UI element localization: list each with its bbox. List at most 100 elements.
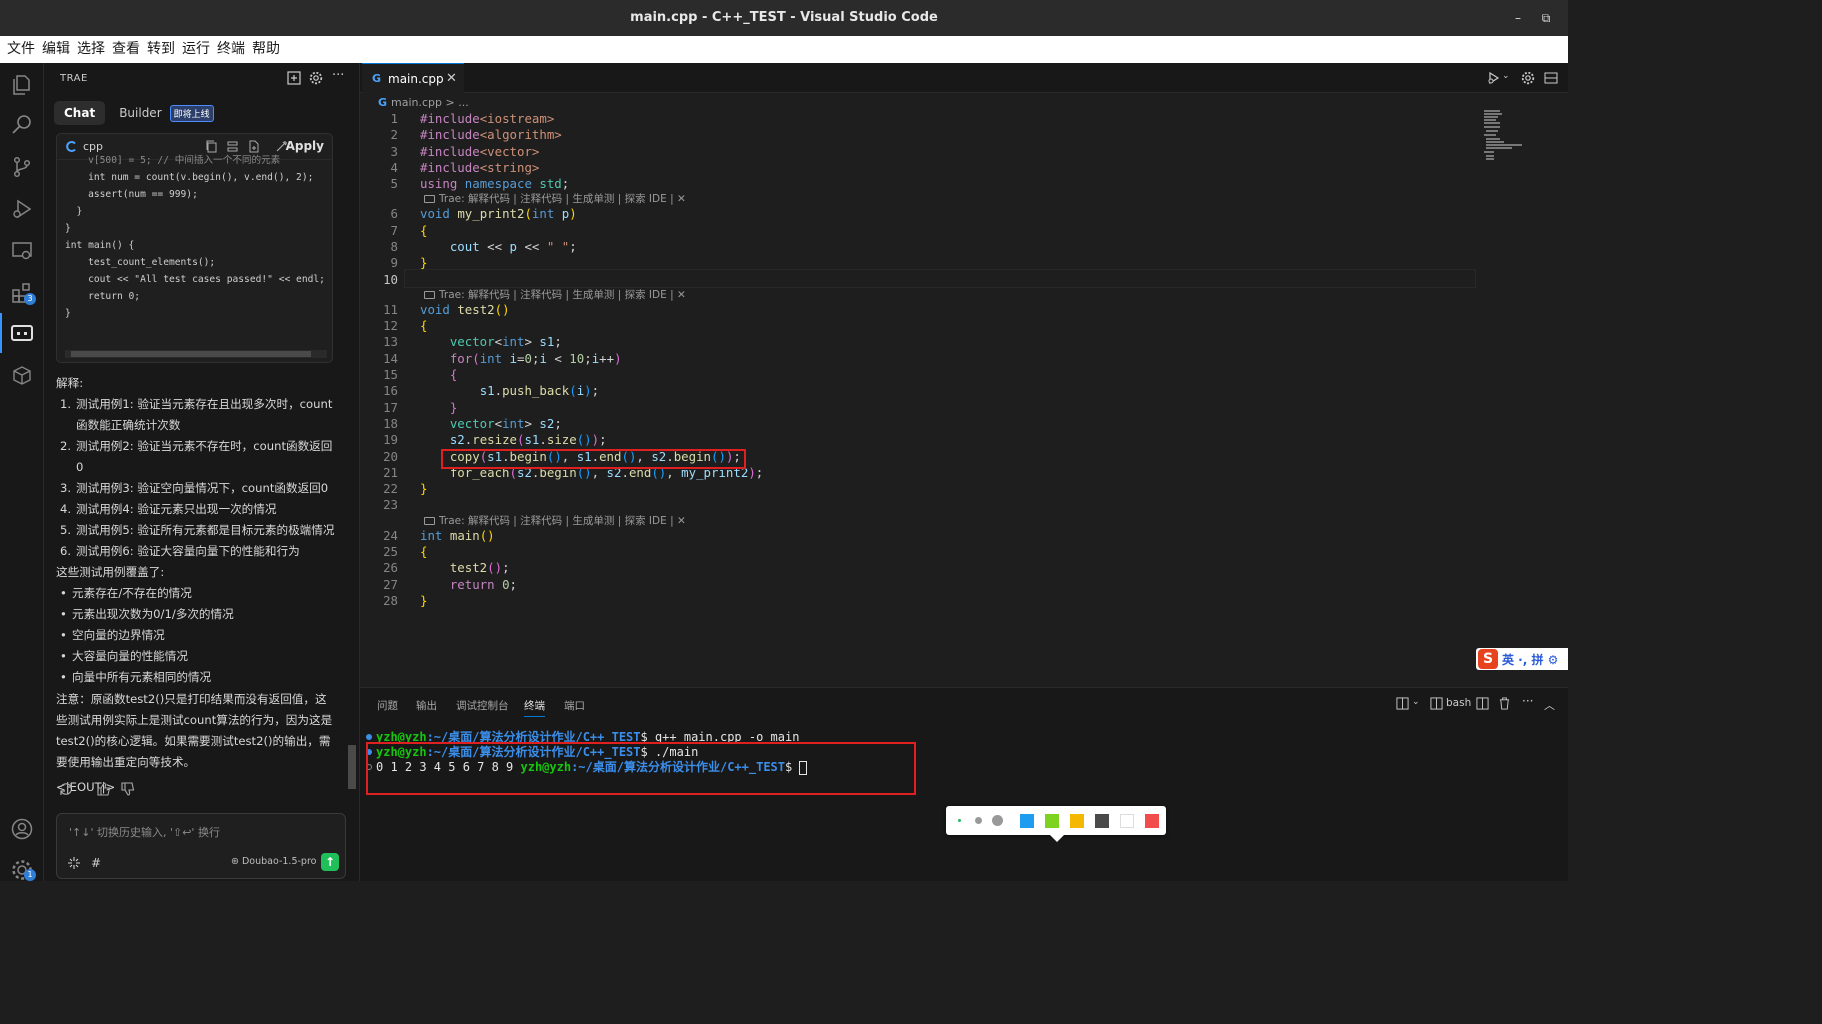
chat-input-box[interactable]: '↑↓' 切换历史输入, '⇧↩' 换行 # ⊛ Doubao-1.5-pro ↑: [56, 813, 346, 879]
new-chat-icon[interactable]: [287, 71, 301, 85]
editor-settings-icon[interactable]: [1521, 71, 1535, 85]
model-selector[interactable]: ⊛ Doubao-1.5-pro: [231, 856, 316, 867]
color-swatch[interactable]: [1020, 814, 1034, 828]
account-icon[interactable]: [10, 817, 34, 841]
pen-size-small[interactable]: [958, 819, 961, 822]
code-line[interactable]: vector<int> s1;: [420, 334, 562, 349]
color-swatch[interactable]: [1095, 814, 1109, 828]
code-line[interactable]: #include<iostream>: [420, 111, 554, 126]
tab-terminal[interactable]: 终端: [524, 698, 545, 717]
code-line[interactable]: }: [420, 481, 427, 496]
code-line[interactable]: void test2(): [420, 302, 510, 317]
menu-selection[interactable]: 选择: [74, 36, 108, 63]
more-icon[interactable]: ···: [332, 69, 346, 85]
chat-input-placeholder[interactable]: '↑↓' 切换历史输入, '⇧↩' 换行: [69, 824, 220, 840]
hash-context-button[interactable]: #: [91, 856, 105, 870]
menu-file[interactable]: 文件: [4, 36, 38, 63]
thumbs-up-icon[interactable]: [96, 781, 112, 797]
remote-explorer-icon[interactable]: [10, 239, 34, 263]
regenerate-icon[interactable]: [58, 781, 74, 797]
more-actions-icon[interactable]: ···: [1522, 695, 1533, 707]
code-line[interactable]: for(int i=0;i < 10;i++): [420, 351, 622, 366]
code-line[interactable]: #include<vector>: [420, 144, 539, 159]
side-scrollbar[interactable]: [348, 133, 356, 795]
code-line[interactable]: s1.push_back(i);: [420, 383, 599, 398]
close-tab-icon[interactable]: ✕: [446, 71, 457, 86]
terminal-layout-icon[interactable]: [1396, 697, 1409, 713]
code-line[interactable]: #include<string>: [420, 160, 539, 175]
apply-button[interactable]: Apply: [286, 139, 324, 153]
input-method-indicator[interactable]: S 英 ·, 拼 ⚙: [1476, 648, 1568, 670]
code-line[interactable]: }: [420, 400, 457, 415]
horizontal-scrollbar[interactable]: [65, 350, 327, 358]
settings-icon[interactable]: [309, 71, 323, 85]
menu-run[interactable]: 运行: [179, 36, 213, 63]
menu-help[interactable]: 帮助: [249, 36, 283, 63]
sparkle-icon[interactable]: [67, 856, 81, 870]
code-line[interactable]: {: [420, 544, 427, 559]
code-line[interactable]: void my_print2(int p): [420, 206, 577, 221]
trae-codelens[interactable]: Trae: 解释代码 | 注释代码 | 生成单测 | 探索 IDE | ✕: [424, 287, 686, 302]
command-status-dot[interactable]: [366, 734, 372, 740]
trae-codelens[interactable]: Trae: 解释代码 | 注释代码 | 生成单测 | 探索 IDE | ✕: [424, 191, 686, 206]
run-dropdown-icon[interactable]: ⌄: [1502, 71, 1516, 85]
tab-debug-console[interactable]: 调试控制台: [456, 698, 509, 713]
minimap[interactable]: [1482, 110, 1532, 162]
menu-view[interactable]: 查看: [109, 36, 143, 63]
tab-chat[interactable]: Chat: [54, 101, 106, 125]
terminal-dropdown-icon[interactable]: ⌄: [1412, 697, 1420, 707]
split-terminal-icon[interactable]: [1476, 697, 1489, 713]
run-code-icon[interactable]: [1487, 71, 1501, 85]
tab-output[interactable]: 输出: [416, 698, 437, 713]
trae-chat-icon[interactable]: [10, 321, 34, 345]
code-line[interactable]: #include<algorithm>: [420, 127, 562, 142]
breadcrumb-more[interactable]: > ...: [442, 96, 469, 109]
terminal-shell-name[interactable]: bash: [1446, 697, 1471, 709]
tab-builder[interactable]: Builder: [105, 101, 169, 125]
restore-button[interactable]: ⧉: [1538, 10, 1554, 26]
color-swatch[interactable]: [1145, 814, 1159, 828]
kill-terminal-icon[interactable]: [1498, 697, 1511, 713]
run-debug-icon[interactable]: [10, 197, 34, 221]
tab-problems[interactable]: 问题: [377, 698, 398, 713]
color-swatch[interactable]: [1070, 814, 1084, 828]
source-control-icon[interactable]: [10, 155, 34, 179]
thumbs-down-icon[interactable]: [120, 781, 136, 797]
code-line[interactable]: vector<int> s2;: [420, 416, 562, 431]
code-line[interactable]: test2();: [420, 560, 510, 575]
annotation-palette: [946, 806, 1166, 842]
pen-size-large[interactable]: [992, 815, 1003, 826]
editor-area: G main.cpp ✕ ⌄ Gmain.cpp > ... 1 #include…: [360, 63, 1568, 687]
breadcrumb-file[interactable]: main.cpp: [391, 96, 442, 109]
breadcrumb[interactable]: Gmain.cpp > ...: [378, 96, 469, 109]
code-line[interactable]: {: [420, 367, 457, 382]
codelens-text[interactable]: Trae: 解释代码 | 注释代码 | 生成单测 | 探索 IDE | ✕: [439, 515, 686, 527]
minimize-button[interactable]: –: [1510, 10, 1526, 26]
color-swatch[interactable]: [1120, 814, 1134, 828]
bash-terminal-icon[interactable]: [1430, 697, 1443, 713]
trae-codelens[interactable]: Trae: 解释代码 | 注释代码 | 生成单测 | 探索 IDE | ✕: [424, 513, 686, 528]
split-editor-icon[interactable]: [1544, 71, 1558, 85]
tab-ports[interactable]: 端口: [564, 698, 585, 713]
code-line[interactable]: }: [420, 593, 427, 608]
menu-go[interactable]: 转到: [144, 36, 178, 63]
code-line[interactable]: int main(): [420, 528, 495, 543]
code-line[interactable]: {: [420, 318, 427, 333]
code-line[interactable]: using namespace std;: [420, 176, 569, 191]
package-icon[interactable]: [10, 363, 34, 387]
explorer-icon[interactable]: [10, 73, 34, 97]
codelens-text[interactable]: Trae: 解释代码 | 注释代码 | 生成单测 | 探索 IDE | ✕: [439, 289, 686, 301]
pen-size-medium[interactable]: [975, 817, 982, 824]
menu-terminal[interactable]: 终端: [214, 36, 248, 63]
maximize-panel-icon[interactable]: ︿: [1544, 697, 1555, 713]
code-line[interactable]: s2.resize(s1.size());: [420, 432, 607, 447]
code-line[interactable]: return 0;: [420, 577, 517, 592]
tab-main-cpp[interactable]: G main.cpp ✕: [362, 63, 464, 93]
menu-edit[interactable]: 编辑: [39, 36, 73, 63]
color-swatch[interactable]: [1045, 814, 1059, 828]
search-icon[interactable]: [10, 113, 34, 137]
codelens-text[interactable]: Trae: 解释代码 | 注释代码 | 生成单测 | 探索 IDE | ✕: [439, 193, 686, 205]
send-button[interactable]: ↑: [321, 853, 339, 871]
code-line[interactable]: {: [420, 223, 427, 238]
code-line[interactable]: cout << p << " ";: [420, 239, 577, 254]
